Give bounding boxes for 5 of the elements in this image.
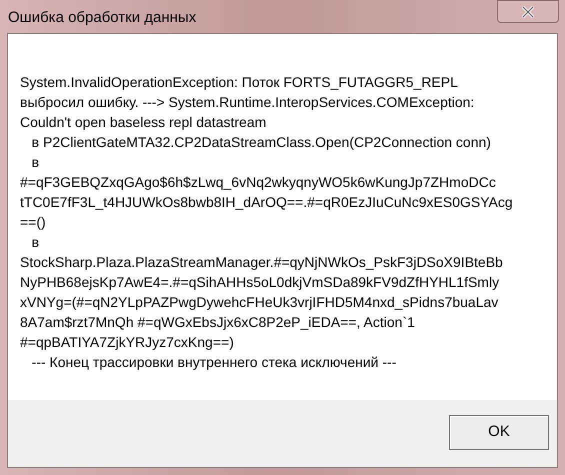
- close-button[interactable]: [497, 0, 559, 23]
- close-icon: [521, 6, 535, 18]
- error-message: System.InvalidOperationException: Поток FORTS_FUTAGGR5_REPL выбросил ошибку. ---> System.Runtime.InteropServices.COMException: Couldn't open baseless repl datastream в P2ClientGateMTA32.CP2DataStreamClass.Open(CP2Connection conn) в #=qF3GEBQZxqGAgo$6h$zLwq_6vNq2wkyqnyWO5k6wKungJp7ZHmoDCc tTC0E7fF3L_t4HJUWkOs8bwb8IH_dArOQ==.#=qR0EzJIuCuNc9xES0GSYAcg ==() в StockSharp.Plaza.PlazaStreamManager.#=qyNjNWkOs_PskF3jDSoX9IBteBb NyPHB68ejsKp7AwE4=.#=qSihAHHs5oL0dkjVmSDa89kFV9dZfHYHL1fSmly xVNYg=(#=qN2YLpPAZPwgDywehcFHeUk3vrjIFHD5M4nxd_sPidns7buaLav 8A7am$rzt7MnQh #=qWGxEbsJjx6xC8P2eP_iEDA==, Action`1 #=qpBATIYA7ZjkYRJyz7cxKng==) --- Конец трассировки внутреннего стека исключений ---: [20, 73, 514, 372]
- window-title: Ошибка обработки данных: [8, 8, 196, 28]
- ok-button[interactable]: OK: [449, 415, 549, 450]
